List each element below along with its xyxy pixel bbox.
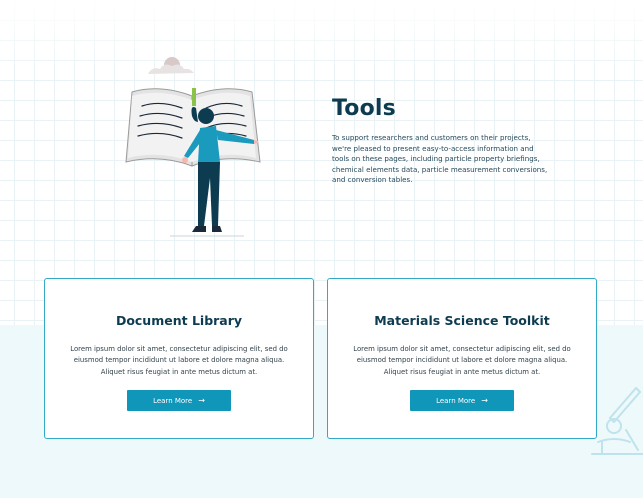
arrow-right-icon: → xyxy=(481,395,488,405)
grid-fade xyxy=(0,0,643,70)
learn-more-button[interactable]: Learn More → xyxy=(127,390,231,412)
arrow-right-icon: → xyxy=(198,395,205,405)
hero-section: Tools To support researchers and custome… xyxy=(332,96,552,186)
learn-more-button[interactable]: Learn More → xyxy=(410,390,514,412)
button-label: Learn More xyxy=(436,396,476,405)
button-label: Learn More xyxy=(153,396,193,405)
card-title: Document Library xyxy=(115,313,243,328)
page-title: Tools xyxy=(332,96,396,121)
reading-woman-book-illustration xyxy=(125,57,261,237)
microscope-icon xyxy=(591,387,643,455)
card-title: Materials Science Toolkit xyxy=(374,313,550,328)
open-book-icon xyxy=(125,88,261,167)
cloud-icon xyxy=(148,57,194,74)
card-materials-science-toolkit: Materials Science Toolkit Lorem ipsum do… xyxy=(327,278,597,439)
card-document-library: Document Library Lorem ipsum dolor sit a… xyxy=(44,278,314,439)
card-body: Lorem ipsum dolor sit amet, consectetur … xyxy=(70,345,288,376)
hero-description: To support researchers and customers on … xyxy=(332,133,548,185)
card-body: Lorem ipsum dolor sit amet, consectetur … xyxy=(353,345,571,376)
